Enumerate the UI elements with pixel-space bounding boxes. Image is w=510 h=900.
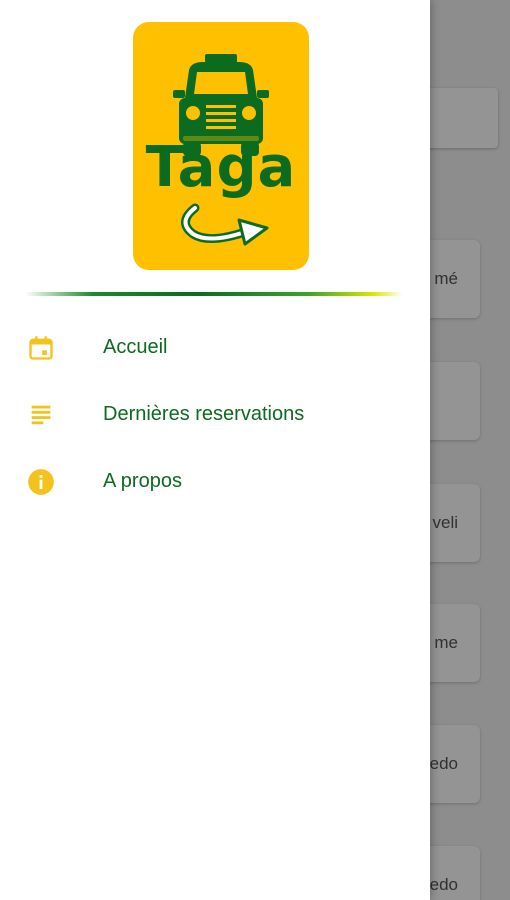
navigation-drawer: Taga Accueil Dernières reservations A pr… bbox=[0, 0, 430, 900]
taga-logo: Taga bbox=[133, 22, 309, 270]
menu-item-label: Accueil bbox=[103, 336, 168, 358]
logo-wordmark: Taga bbox=[145, 135, 297, 200]
menu-item-a-propos[interactable]: A propos bbox=[0, 448, 430, 515]
menu-item-label: Dernières reservations bbox=[103, 403, 305, 425]
app-screen: mé veli me edo edo Taga Accueil Dernière… bbox=[0, 0, 510, 900]
menu-item-label: A propos bbox=[103, 470, 182, 492]
list-icon bbox=[27, 401, 55, 429]
menu-item-dernieres-reservations[interactable]: Dernières reservations bbox=[0, 381, 430, 448]
info-icon bbox=[27, 468, 55, 496]
menu-item-accueil[interactable]: Accueil bbox=[0, 314, 430, 381]
drawer-divider bbox=[25, 292, 403, 296]
calendar-icon bbox=[27, 334, 55, 362]
drawer-menu: Accueil Dernières reservations A propos bbox=[0, 314, 430, 515]
